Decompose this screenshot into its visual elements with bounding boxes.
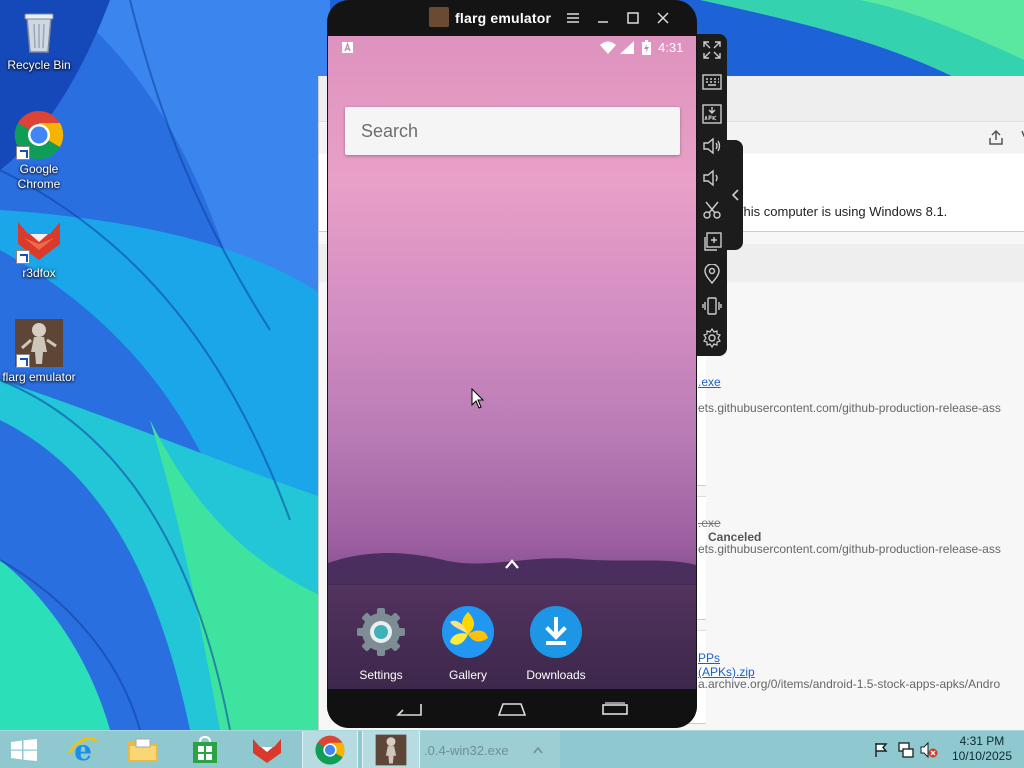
taskbar-file-explorer[interactable] bbox=[118, 731, 168, 768]
signal-icon bbox=[620, 41, 634, 54]
download-file-name: .exe bbox=[698, 516, 721, 530]
close-icon[interactable] bbox=[654, 9, 672, 27]
taskbar-download-item[interactable]: .0.4-win32.exe bbox=[420, 731, 560, 768]
chevron-left-icon bbox=[731, 189, 739, 201]
flarg-logo-icon bbox=[429, 7, 449, 27]
settings-icon[interactable] bbox=[702, 328, 722, 348]
status-time: 4:31 bbox=[658, 40, 684, 55]
desktop-icon-label: Recycle Bin bbox=[7, 58, 71, 72]
gallery-icon bbox=[442, 606, 494, 658]
r3dfox-icon bbox=[253, 739, 281, 763]
android-status-bar: 4:31 bbox=[328, 36, 696, 60]
clock-time: 4:31 PM bbox=[959, 734, 1005, 748]
download-file-link[interactable]: .exe bbox=[698, 375, 721, 389]
download-url: a.archive.org/0/items/android-1.5-stock-… bbox=[698, 677, 1001, 691]
taskbar-r3dfox[interactable] bbox=[242, 731, 292, 768]
battery-charging-icon bbox=[642, 40, 651, 55]
chevron-up-icon[interactable] bbox=[532, 745, 544, 755]
android-home-screen[interactable]: 4:31 Search Settings Gallery Downloads bbox=[328, 36, 696, 689]
collapse-toolbar-tab[interactable] bbox=[727, 140, 743, 250]
volume-down-icon[interactable] bbox=[702, 168, 722, 188]
home-icon[interactable] bbox=[497, 701, 527, 717]
download-file-link[interactable]: PPs (APKs).zip bbox=[698, 651, 755, 679]
settings-gear-icon bbox=[355, 606, 407, 658]
dock-app-downloads[interactable]: Downloads bbox=[516, 606, 596, 682]
notification-a-icon bbox=[342, 42, 353, 53]
screenshot-cut-icon[interactable] bbox=[702, 200, 722, 220]
action-center-flag-icon[interactable] bbox=[873, 742, 889, 758]
wifi-icon bbox=[600, 41, 616, 54]
mouse-cursor-icon bbox=[471, 388, 485, 409]
flarg-emulator-icon bbox=[14, 318, 64, 368]
recents-icon[interactable] bbox=[601, 702, 629, 716]
taskbar-google-chrome[interactable] bbox=[302, 731, 358, 768]
shortcut-arrow-icon bbox=[16, 354, 30, 368]
windows-logo-icon bbox=[11, 739, 37, 761]
app-dock: Settings Gallery Downloads bbox=[328, 584, 696, 689]
dock-app-label: Settings bbox=[359, 668, 403, 682]
location-icon[interactable] bbox=[702, 264, 722, 284]
taskbar: e .0.4-win32.exe 4:31 PM 10/10/2025 bbox=[0, 730, 1024, 768]
taskbar-internet-explorer[interactable]: e bbox=[58, 731, 108, 768]
internet-explorer-icon: e bbox=[67, 735, 98, 765]
back-icon[interactable] bbox=[395, 701, 423, 717]
android-nav-bar bbox=[327, 689, 697, 728]
volume-up-icon[interactable] bbox=[702, 136, 722, 156]
dock-app-gallery[interactable]: Gallery bbox=[428, 606, 508, 682]
store-icon bbox=[193, 736, 217, 763]
notice-text: r. This computer is using Windows 8.1. bbox=[725, 204, 948, 219]
desktop-icon-label: flarg emulator bbox=[2, 370, 76, 384]
fullscreen-icon[interactable] bbox=[702, 40, 722, 60]
download-url: ets.githubusercontent.com/github-product… bbox=[698, 401, 1001, 415]
emulator-title: flarg emulator bbox=[455, 10, 552, 26]
chrome-icon bbox=[14, 110, 64, 160]
app-drawer-chevron-icon[interactable] bbox=[504, 558, 520, 570]
flarg-emulator-icon bbox=[375, 734, 407, 766]
desktop-icon-flarg-emulator[interactable]: flarg emulator bbox=[1, 318, 77, 385]
menu-icon[interactable] bbox=[564, 9, 582, 27]
volume-muted-icon[interactable] bbox=[920, 741, 938, 759]
search-placeholder: Search bbox=[361, 121, 419, 141]
share-icon[interactable] bbox=[987, 129, 1005, 147]
emulator-title-bar[interactable]: flarg emulator bbox=[327, 0, 697, 36]
shake-icon[interactable] bbox=[702, 296, 722, 316]
minimize-icon[interactable] bbox=[594, 9, 612, 27]
shortcut-arrow-icon bbox=[16, 146, 30, 160]
shortcut-arrow-icon bbox=[16, 250, 30, 264]
maximize-icon[interactable] bbox=[624, 9, 642, 27]
google-search-bar[interactable]: Search bbox=[345, 107, 680, 155]
r3dfox-icon bbox=[14, 214, 64, 264]
start-button[interactable] bbox=[0, 731, 50, 768]
network-icon[interactable] bbox=[897, 741, 915, 759]
desktop-icon-label: Google Chrome bbox=[17, 162, 61, 191]
system-clock[interactable]: 4:31 PM 10/10/2025 bbox=[952, 734, 1012, 764]
keyboard-icon[interactable] bbox=[702, 72, 722, 92]
downloads-icon bbox=[530, 606, 582, 658]
apk-install-icon[interactable] bbox=[702, 104, 722, 124]
download-url: ets.githubusercontent.com/github-product… bbox=[698, 542, 1001, 556]
taskbar-store[interactable] bbox=[180, 731, 230, 768]
desktop-icon-label: r3dfox bbox=[22, 266, 56, 280]
desktop-icon-r3dfox[interactable]: r3dfox bbox=[1, 214, 77, 281]
recycle-bin-icon bbox=[14, 6, 64, 56]
desktop-icon-google-chrome[interactable]: Google Chrome bbox=[1, 110, 77, 192]
taskbar-download-filename: .0.4-win32.exe bbox=[424, 743, 509, 758]
clock-date: 10/10/2025 bbox=[951, 749, 1012, 763]
taskbar-flarg-emulator[interactable] bbox=[362, 731, 420, 768]
star-icon[interactable] bbox=[1017, 129, 1024, 147]
dock-app-settings[interactable]: Settings bbox=[341, 606, 421, 682]
desktop-icon-recycle-bin[interactable]: Recycle Bin bbox=[1, 6, 77, 73]
file-explorer-icon bbox=[128, 738, 158, 762]
dock-app-label: Gallery bbox=[448, 668, 487, 682]
chrome-icon bbox=[315, 735, 345, 765]
multi-instance-icon[interactable] bbox=[702, 232, 722, 252]
dock-app-label: Downloads bbox=[526, 668, 586, 682]
emulator-window: flarg emulator 4:31 Search Settings Gall… bbox=[327, 0, 697, 728]
emulator-side-toolbar bbox=[697, 34, 727, 356]
